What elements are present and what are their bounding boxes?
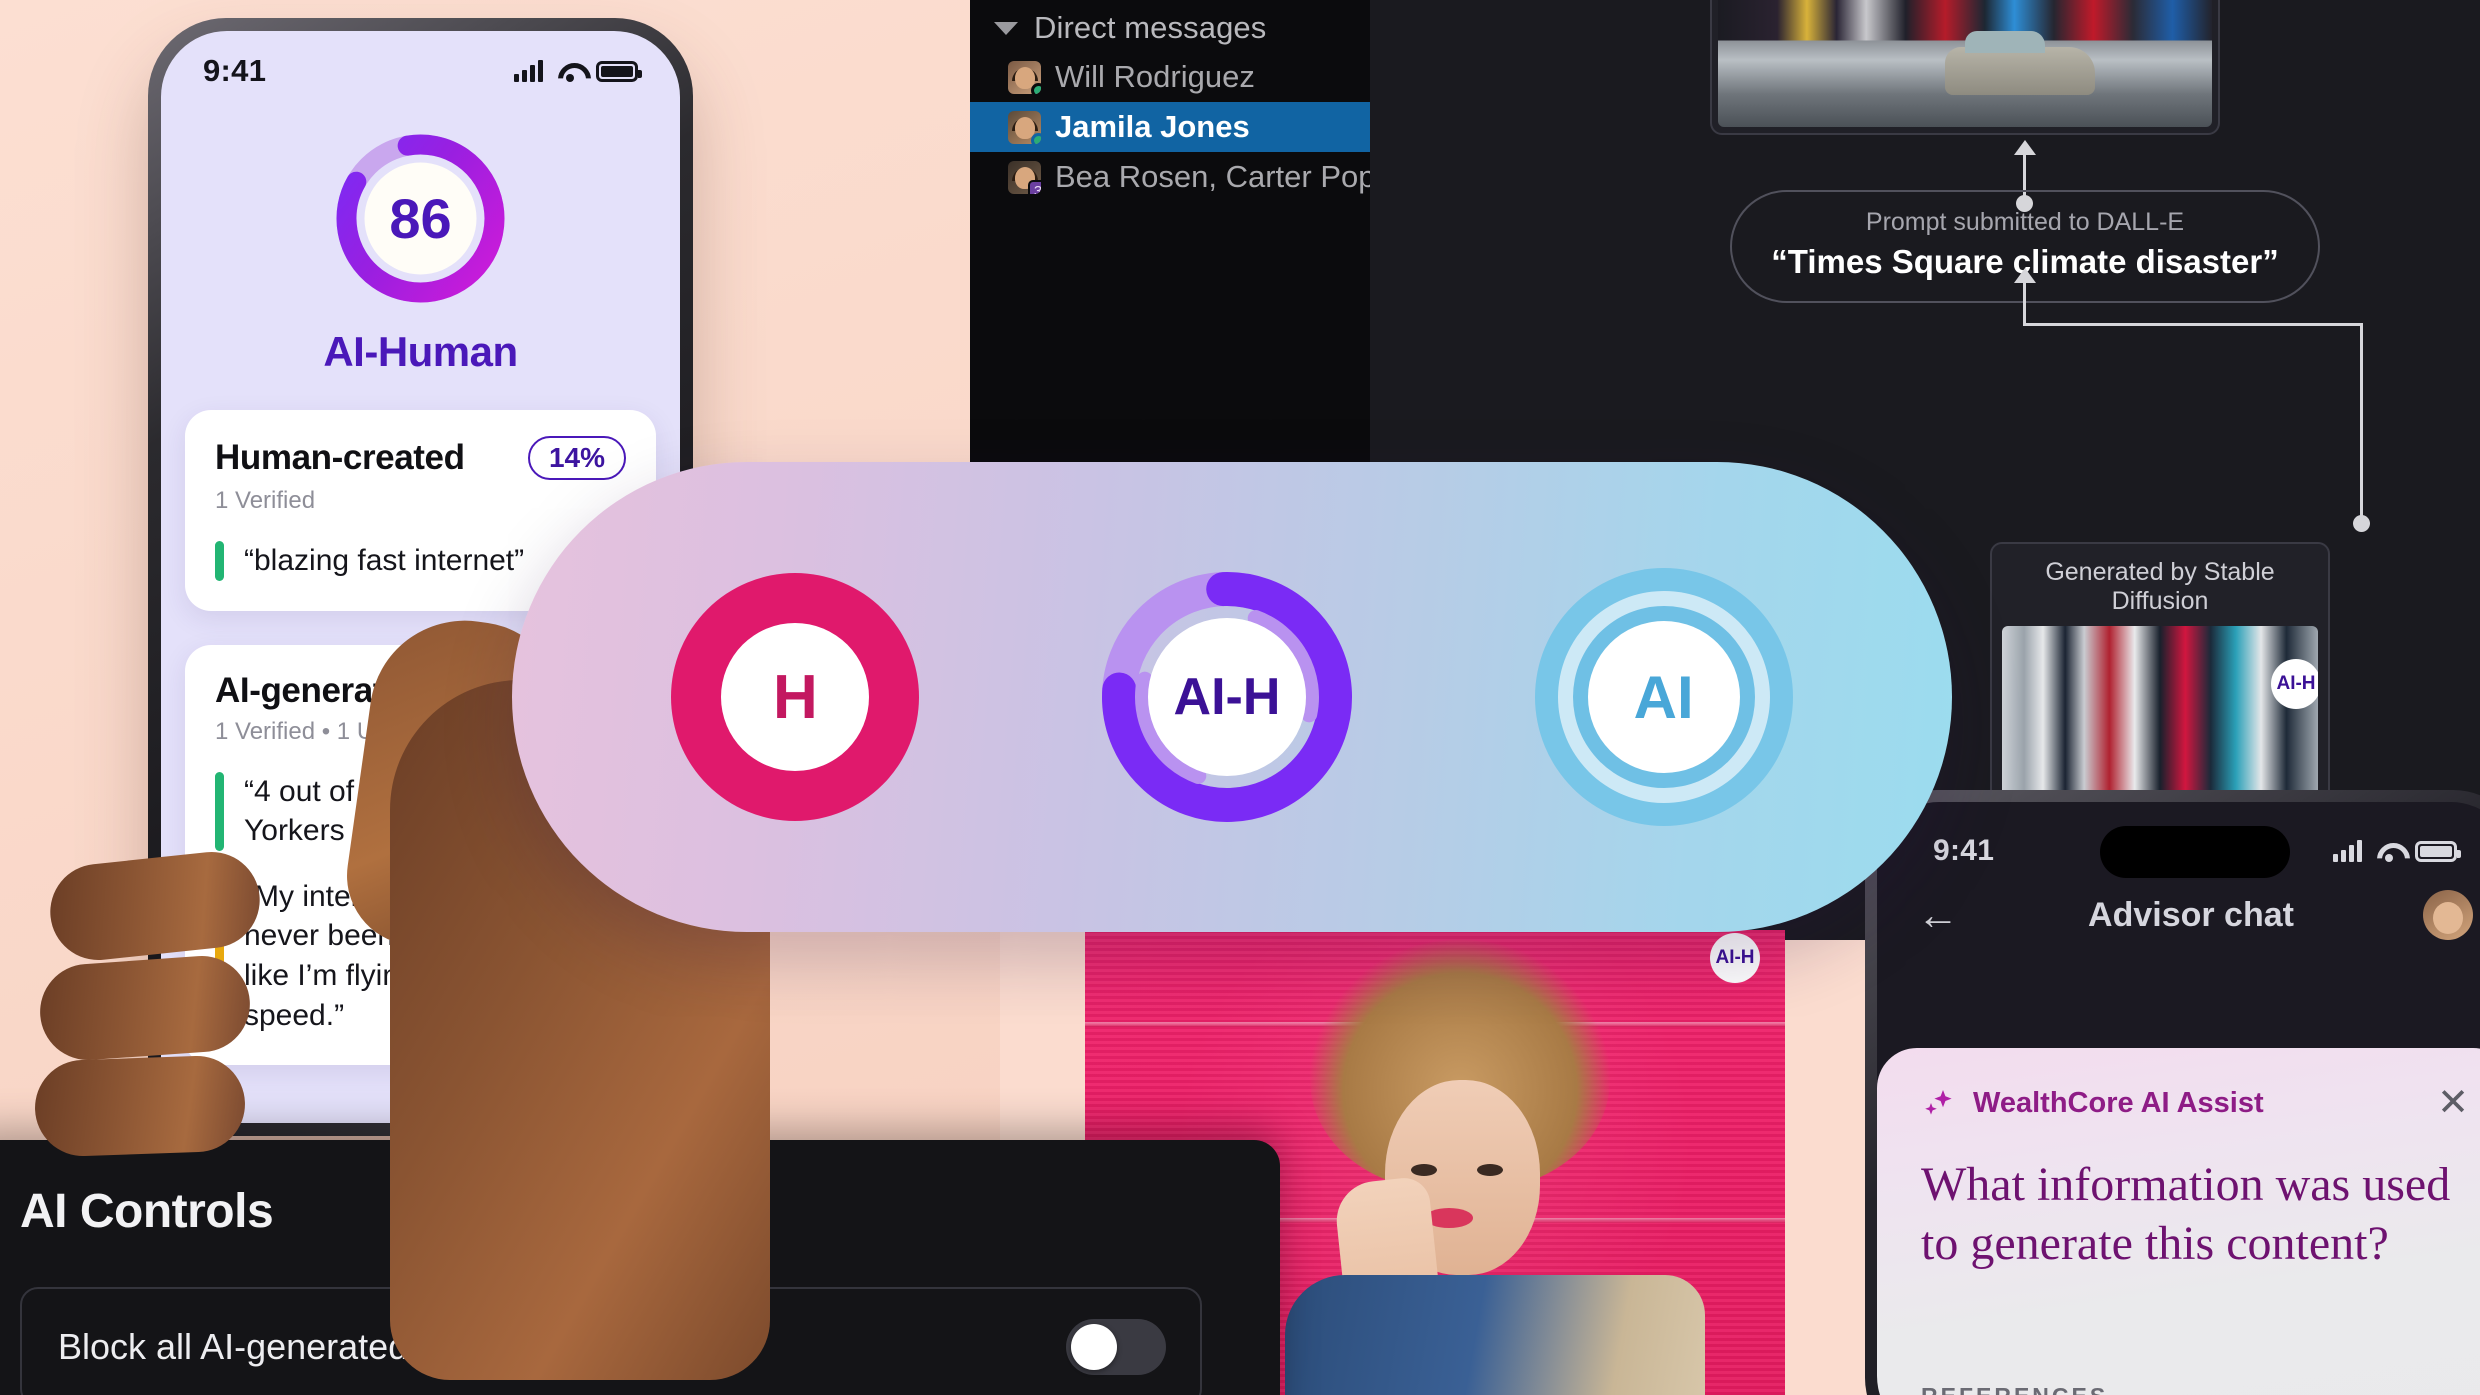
card-subtitle: 1 Verified [215, 487, 316, 514]
block-ai-content-toggle[interactable] [1066, 1319, 1166, 1375]
quote-text: “blazing fast internet” [244, 544, 525, 577]
nav-bar: ← Advisor chat [1877, 868, 2480, 940]
ai-controls-panel: AI Controls Block all AI-generated conte… [0, 1140, 1280, 1395]
list-item[interactable]: “My internet service has never been fast… [215, 832, 626, 1036]
wifi-icon [556, 61, 583, 82]
ai-human-badge[interactable]: AI-H [1098, 568, 1356, 826]
signal-bars-icon [514, 60, 543, 82]
human-badge-label: H [721, 623, 870, 771]
slack-sidebar: Direct messages Will Rodriguez Jamila Jo… [970, 0, 1407, 470]
ai-ring-outer: AI [1557, 591, 1770, 803]
presence-online-icon [1031, 132, 1041, 144]
connector-node [2353, 515, 2370, 532]
provenance-output-image-card[interactable]: AI-H [1710, 0, 2220, 135]
score-ring-gauge: 86 [333, 131, 508, 306]
member-count-badge: 3 [1028, 179, 1041, 194]
subject-body [1285, 1275, 1705, 1395]
dynamic-island [2100, 826, 2290, 878]
verified-status-bar [215, 541, 224, 581]
signal-bars-icon [2333, 840, 2362, 862]
verified-status-bar [215, 771, 224, 851]
status-badge: 14% [527, 436, 626, 480]
setting-row-block-ai-content[interactable]: Block all AI-generated content [20, 1287, 1202, 1395]
back-arrow-icon[interactable]: ← [1917, 894, 1959, 936]
unverified-status-bar [215, 876, 224, 1036]
quote-text: “4 out of 5 New Yorkers prefer Brisq.” [244, 774, 527, 848]
source-caption: Generated by Stable Diffusion [2045, 558, 2275, 615]
page-title: Advisor chat [2088, 895, 2294, 934]
ai-badge[interactable]: AI [1534, 568, 1793, 826]
human-badge[interactable]: H [671, 573, 920, 821]
wifi-icon [2375, 841, 2402, 862]
status-bar-time: 9:41 [1933, 834, 1995, 867]
ai-ring-inner: AI [1572, 606, 1755, 788]
sidebar-item-jamila-jones[interactable]: Jamila Jones [970, 102, 1370, 152]
connector-line [2023, 323, 2363, 326]
submerged-car [1945, 30, 2096, 95]
card-title: AI-generated [215, 670, 425, 710]
score-value: 86 [389, 187, 452, 250]
page-title: AI Controls [20, 1185, 274, 1238]
sidebar-item-will-rodriguez[interactable]: Will Rodriguez [970, 52, 1370, 102]
content-credential-badges-pill: H AI-H AI [512, 462, 1952, 932]
presence-online-icon [1031, 82, 1041, 94]
avatar [1008, 60, 1041, 94]
right-phone-device: 9:41 ← Advisor chat WealthCore AI Assist… [1865, 790, 2480, 1395]
ai-assist-sheet: WealthCore AI Assist ✕ What information … [1877, 1048, 2480, 1395]
dm-name: Bea Rosen, Carter Poplin [1055, 159, 1407, 194]
avatar[interactable] [2422, 890, 2473, 940]
sidebar-item-group-bea-carter[interactable]: 3 Bea Rosen, Carter Poplin [970, 152, 1407, 202]
screenshot-stage: Direct messages Will Rodriguez Jamila Jo… [0, 0, 2480, 1395]
prompt-caption: Prompt submitted to DALL-E [1865, 208, 2185, 236]
close-icon[interactable]: ✕ [2437, 1084, 2469, 1122]
slack-section-label: Direct messages [1034, 10, 1267, 45]
card-title: Human-created [215, 438, 465, 477]
quote-text: “My internet service has never been fast… [244, 879, 563, 1032]
toggle-knob [1071, 1324, 1117, 1370]
battery-icon [596, 60, 642, 82]
battery-icon [2415, 840, 2461, 862]
badge-label: AI-H [1710, 933, 1760, 983]
connector-line [2023, 281, 2026, 325]
chevron-down-icon[interactable] [994, 21, 1018, 35]
connector-line [2360, 323, 2363, 523]
sparkle-icon [1921, 1086, 1955, 1120]
slack-section-direct-messages[interactable]: Direct messages [970, 4, 1370, 52]
references-label: REFERENCES [1921, 1383, 2108, 1395]
assistant-name: WealthCore AI Assist [1973, 1086, 2264, 1119]
dm-name: Will Rodriguez [1055, 59, 1255, 94]
ai-human-score: 86 AI-Human [161, 131, 680, 376]
flooded-times-square-image [1718, 0, 2212, 127]
status-bar-time: 9:41 [203, 53, 267, 88]
status-bar: 9:41 [161, 31, 680, 89]
score-label: AI-Human [323, 328, 518, 375]
avatar [1008, 110, 1041, 144]
setting-label: Block all AI-generated content [58, 1326, 537, 1367]
avatar: 3 [1008, 160, 1041, 194]
badge-label: AI-H [2271, 659, 2318, 709]
assistant-question: What information was used to generate th… [1921, 1158, 2451, 1270]
ai-badge-label: AI [1587, 621, 1740, 773]
ai-human-badge-label: AI-H [1147, 618, 1306, 776]
dm-name: Jamila Jones [1055, 109, 1250, 144]
right-phone-screen: 9:41 ← Advisor chat WealthCore AI Assist… [1877, 802, 2480, 1395]
